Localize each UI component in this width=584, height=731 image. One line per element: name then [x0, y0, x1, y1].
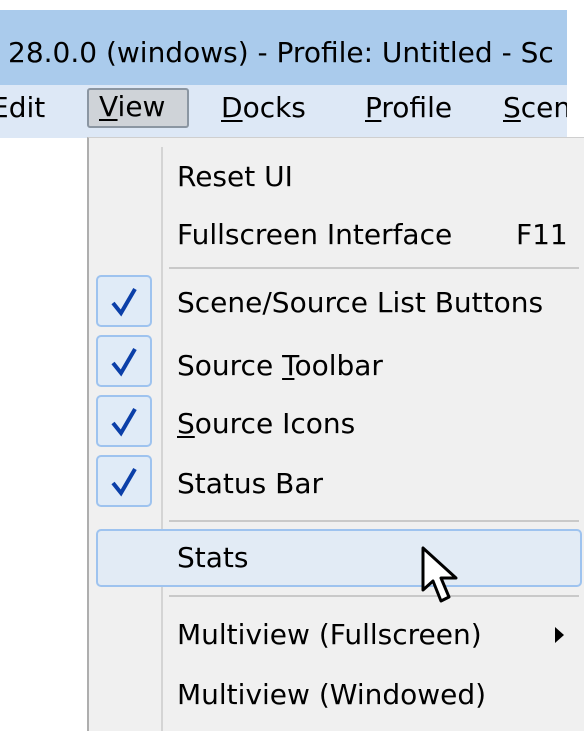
menu-item-label: Fullscreen Interface	[177, 218, 453, 251]
menu-scene-mnemonic: S	[503, 91, 521, 124]
checkbox-status-bar	[96, 455, 152, 507]
menubar: Edit View Docks Profile Scen	[0, 85, 567, 138]
label-mnemonic: T	[282, 349, 295, 382]
checkmark-icon	[111, 287, 137, 317]
submenu-arrow-icon	[555, 627, 564, 643]
menu-docks[interactable]: Docks	[221, 91, 306, 125]
checkmark-icon	[111, 347, 137, 377]
checkmark-icon	[111, 467, 137, 497]
menu-item-label: Source Icons	[177, 407, 355, 441]
menu-item-label: Stats	[177, 541, 249, 574]
menu-profile[interactable]: Profile	[365, 91, 452, 125]
mouse-cursor-icon	[421, 546, 458, 603]
menu-profile-mnemonic: P	[365, 91, 382, 124]
menu-item-label: Source Toolbar	[177, 349, 383, 383]
menu-docks-mnemonic: D	[221, 91, 243, 124]
menu-separator	[169, 520, 579, 522]
menu-view-mnemonic: V	[99, 90, 118, 123]
window-titlebar: 28.0.0 (windows) - Profile: Untitled - S…	[0, 10, 567, 85]
menu-item-label: Reset UI	[177, 160, 293, 193]
checkmark-icon	[111, 407, 137, 437]
menu-edit-label: Edit	[0, 91, 46, 124]
menu-item-label: Multiview (Windowed)	[177, 678, 487, 711]
menu-docks-rest: ocks	[242, 91, 306, 124]
menu-separator	[169, 267, 579, 269]
checkbox-source-icons	[96, 395, 152, 447]
menu-icon-gutter-divider	[161, 147, 163, 731]
menu-item-label: Scene/Source List Buttons	[177, 286, 544, 319]
label-mnemonic: S	[177, 407, 195, 440]
menu-item-highlight	[96, 529, 582, 587]
label-part: Source	[177, 349, 283, 382]
menu-item-shortcut: F11	[516, 218, 568, 251]
menu-scene-rest: cen	[520, 91, 567, 124]
menu-separator	[169, 595, 579, 597]
window-title: 28.0.0 (windows) - Profile: Untitled - S…	[8, 36, 554, 69]
menu-item-label: Multiview (Fullscreen)	[177, 618, 482, 651]
menu-view-rest: iew	[117, 90, 166, 123]
checkbox-scene-source-list-buttons	[96, 275, 152, 327]
label-part: oolbar	[294, 349, 383, 382]
menu-scene[interactable]: Scen	[503, 91, 567, 125]
menu-view[interactable]: View	[87, 88, 189, 128]
checkbox-source-toolbar	[96, 335, 152, 387]
label-part: ource Icons	[194, 407, 356, 440]
menu-profile-rest: rofile	[381, 91, 453, 124]
menu-item-label: Status Bar	[177, 467, 324, 500]
menu-edit[interactable]: Edit	[0, 91, 45, 125]
